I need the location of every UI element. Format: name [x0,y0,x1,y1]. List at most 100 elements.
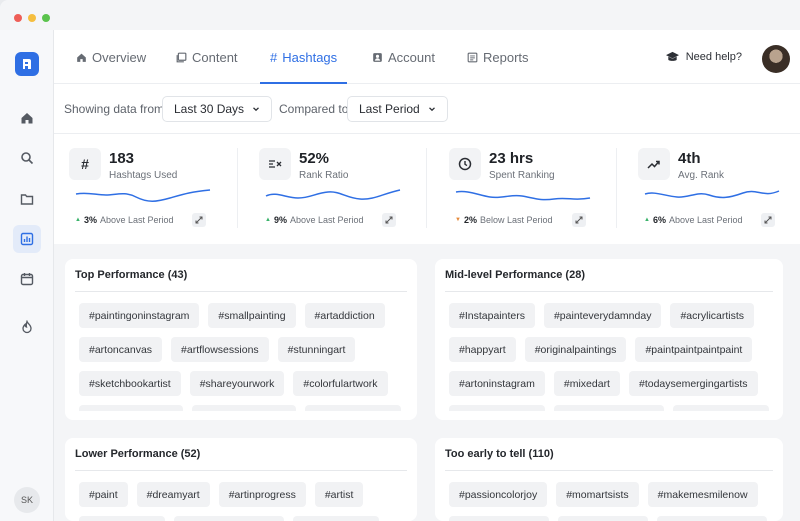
hashtag-chip-partial[interactable] [449,516,549,521]
hashtag-chip[interactable]: #dreamyart [136,482,210,507]
sidebar: SK [0,30,54,521]
hashtag-chip[interactable]: #artoncanvas [79,337,163,362]
minimize-window-dot[interactable] [28,14,36,22]
hashtag-chip[interactable]: #happyart [449,337,516,362]
hashtag-chip[interactable]: #artoninstagram [449,371,545,396]
hashtag-chip[interactable]: #shareyourwork [189,371,285,396]
tab-label: Account [388,49,435,65]
hashtag-chip[interactable]: #artflowsessions [171,337,269,362]
search-icon[interactable] [13,144,41,172]
tab-reports[interactable]: Reports [467,30,529,84]
stat-label: Hashtags Used [109,170,178,181]
divider [237,148,238,228]
app-window: SK Overview Content # Hashtags Account R… [0,0,800,521]
card-title: Lower Performance (52) [75,448,201,460]
tab-account[interactable]: Account [372,30,435,84]
hashtag-chip-partial[interactable] [192,405,296,411]
help-button[interactable]: Need help? [665,30,742,84]
stat-change-value: 9% [273,215,287,225]
chart-icon[interactable] [13,225,41,253]
hashtag-chip[interactable]: #artist [314,482,364,507]
expand-icon[interactable] [192,213,206,227]
hashtag-chip[interactable]: #paintpaintpaintpaint [635,337,753,362]
showing-label: Showing data from [64,102,165,116]
hashtag-chip-partial[interactable] [305,405,401,411]
hashtag-chip[interactable]: #originalpaintings [524,337,627,362]
stat-hashtags-used: # 183 Hashtags Used ▲ 3% Above Last Peri… [69,134,259,244]
hashtag-chip-partial[interactable] [558,516,648,521]
hashtag-chip-partial[interactable] [174,516,284,521]
stat-change-text: Above Last Period [668,215,743,225]
ratio-icon [259,148,291,180]
expand-icon[interactable] [382,213,396,227]
trend-icon [638,148,670,180]
home-icon[interactable] [13,104,41,132]
up-arrow-icon: ▲ [644,217,650,223]
hashtag-chip-partial[interactable] [79,516,165,521]
hashtag-chip[interactable]: #momartsists [556,482,639,507]
hashtag-chip[interactable]: #acrylicartists [670,303,755,328]
user-initials-avatar[interactable]: SK [14,487,40,513]
hashtag-chip[interactable]: #Instapainters [449,303,535,328]
expand-icon[interactable] [761,213,775,227]
date-range-select[interactable]: Last 30 Days [162,96,273,122]
account-icon [373,52,382,62]
hashtag-chip[interactable]: #makemesmilenow [647,482,758,507]
hashtag-chip[interactable]: #todaysemergingartists [628,371,758,396]
hashtag-chip[interactable]: #artaddiction [304,303,385,328]
hashtag-chip[interactable]: #artinprogress [218,482,306,507]
flame-icon[interactable] [13,313,41,341]
hashtag-list: #paint #dreamyart #artinprogress #artist [79,482,407,521]
tab-hashtags[interactable]: # Hashtags [259,30,348,84]
hashtag-chip-partial[interactable] [79,405,183,411]
tab-overview[interactable]: Overview [76,30,146,84]
hashtag-chip[interactable]: #colorfulartwork [293,371,388,396]
tab-content[interactable]: Content [176,30,238,84]
user-avatar[interactable] [762,45,790,73]
hashtag-chip[interactable]: #painteverydamnday [543,303,662,328]
hashtag-chip[interactable]: #sketchbookartist [79,371,181,396]
compare-period-select[interactable]: Last Period [347,96,448,122]
tab-label: Reports [483,49,529,65]
hashtag-chip-partial[interactable] [554,405,664,411]
expand-icon[interactable] [572,213,586,227]
card-top-performance: Top Performance (43) #paintingoninstagra… [65,259,417,420]
close-window-dot[interactable] [14,14,22,22]
maximize-window-dot[interactable] [42,14,50,22]
stat-change: ▲ 3% Above Last Period [75,215,174,225]
stat-value: 23 hrs [489,150,534,167]
app-logo[interactable] [15,52,39,76]
hashtag-chip[interactable]: #paint [79,482,128,507]
stat-value: 52% [299,150,330,167]
hashtag-chip[interactable]: #mixedart [553,371,620,396]
gallery-icon [176,52,187,62]
divider [75,470,407,471]
folder-icon[interactable] [13,185,41,213]
stat-change: ▼ 2% Below Last Period [455,215,553,225]
stat-label: Rank Ratio [299,170,349,181]
home-icon [77,53,86,62]
stat-change-value: 6% [652,215,666,225]
hashtag-chip[interactable]: #passioncolorjoy [449,482,548,507]
sparkline [644,190,780,199]
hashtag-chip[interactable]: #smallpainting [208,303,296,328]
hashtag-chip-partial[interactable] [449,405,545,411]
calendar-icon[interactable] [13,265,41,293]
hashtag-chip-partial[interactable] [293,516,379,521]
card-lower-performance: Lower Performance (52) #paint #dreamyart… [65,438,417,521]
up-arrow-icon: ▲ [265,217,271,223]
stat-change: ▲ 9% Above Last Period [265,215,364,225]
divider [75,291,407,292]
sparkline [265,189,401,200]
date-range-value: Last 30 Days [174,102,245,116]
clock-icon [449,148,481,180]
compared-label: Compared to [279,102,349,116]
hashtag-chip-partial[interactable] [673,405,769,411]
card-title: Too early to tell (110) [445,448,554,460]
window-controls [14,14,50,22]
hashtag-chip[interactable]: #paintingoninstagram [79,303,200,328]
hashtag-chip-partial[interactable] [657,516,767,521]
hashtag-chip[interactable]: #stunningart [277,337,356,362]
stat-change-text: Above Last Period [99,215,174,225]
filter-bar: Showing data from Last 30 Days Compared … [54,84,800,134]
